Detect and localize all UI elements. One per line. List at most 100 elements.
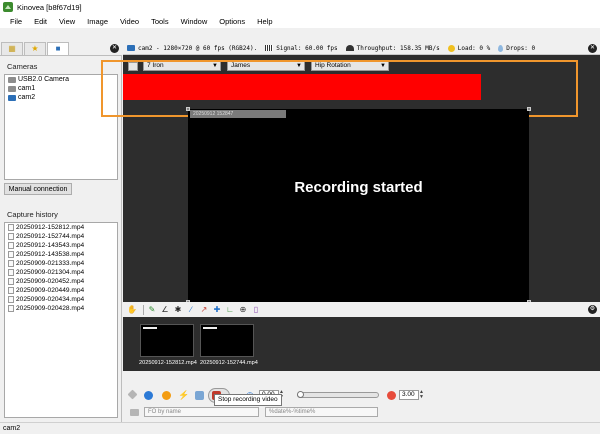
- recording-status-text: Recording started: [294, 179, 423, 196]
- tab-folders[interactable]: ▦: [1, 42, 23, 55]
- magnifier-icon[interactable]: ⊕: [238, 305, 248, 315]
- hand-icon[interactable]: ✋: [127, 305, 137, 315]
- thumbnail-bar: [203, 327, 217, 329]
- resize-handle[interactable]: [527, 107, 531, 111]
- history-item[interactable]: 20250909-020434.mp4: [5, 295, 117, 304]
- history-item[interactable]: 20250909-020428.mp4: [5, 304, 117, 313]
- camera-info: cam2 - 1280×720 @ 60 fps (RGB24).: [123, 45, 257, 52]
- pencil-icon[interactable]: ✎: [147, 305, 157, 315]
- history-item-label: 20250912-143538.mp4: [16, 251, 85, 258]
- camera-icon: [127, 45, 135, 51]
- load-info: Load: 0 %: [444, 44, 491, 52]
- cross-marker-icon[interactable]: ✚: [212, 305, 222, 315]
- history-item-label: 20250912-143543.mp4: [16, 242, 85, 249]
- capture-screen: cam2 - 1280×720 @ 60 fps (RGB24). Signal…: [101, 42, 600, 422]
- manual-connection-button[interactable]: Manual connection: [4, 183, 72, 195]
- resize-handle[interactable]: [186, 107, 190, 111]
- gray-camera-icon: [8, 85, 16, 92]
- throughput-text: Throughput: 158.35 MB/s: [356, 44, 440, 52]
- menu-video[interactable]: Video: [114, 17, 145, 26]
- camera-icon: ■: [55, 44, 61, 53]
- thumbnail-label: 20250912-152812.mp4: [139, 360, 197, 366]
- menu-image[interactable]: Image: [81, 17, 114, 26]
- history-item-label: 20250912-152812.mp4: [16, 224, 85, 231]
- speed-value-field[interactable]: 3.00: [399, 390, 419, 400]
- signal-text: Signal: 60.00 fps: [276, 44, 338, 52]
- capture-thumbnail[interactable]: [140, 324, 194, 357]
- arrow-icon[interactable]: ↗: [199, 305, 209, 315]
- name-pattern-field[interactable]: %date%-%time%: [265, 407, 378, 417]
- menu-help[interactable]: Help: [251, 17, 278, 26]
- tab-shortcuts[interactable]: ★: [24, 42, 46, 55]
- camera-snapshot-icon[interactable]: [195, 391, 204, 400]
- human-model-icon[interactable]: ✱: [173, 305, 183, 315]
- history-item[interactable]: 20250909-020452.mp4: [5, 277, 117, 286]
- history-item[interactable]: 20250909-021304.mp4: [5, 268, 117, 277]
- video-file-icon: [8, 242, 14, 249]
- history-item[interactable]: 20250912-143538.mp4: [5, 250, 117, 259]
- history-item[interactable]: 20250912-152744.mp4: [5, 232, 117, 241]
- delay-slider-knob[interactable]: [297, 391, 304, 398]
- capture-thumbnails: 20250912-152812.mp4 20250912-152744.mp4: [123, 317, 600, 371]
- video-file-icon: [8, 269, 14, 276]
- window-title: Kinovea [b8f67d19]: [17, 2, 82, 12]
- menu-tools[interactable]: Tools: [145, 17, 175, 26]
- close-icon[interactable]: ✕: [110, 44, 119, 53]
- pause-icon[interactable]: [144, 391, 153, 400]
- capture-thumbnail[interactable]: [200, 324, 254, 357]
- camera-item-label: USB2.0 Camera: [18, 76, 69, 83]
- history-item-label: 20250909-021333.mp4: [16, 260, 85, 267]
- menu-edit[interactable]: Edit: [28, 17, 53, 26]
- thumbnail-bar: [143, 327, 157, 329]
- video-file-icon: [8, 260, 14, 267]
- eraser-icon[interactable]: ▯: [251, 305, 261, 315]
- lightning-icon[interactable]: ⚡: [178, 391, 189, 400]
- image-name-field[interactable]: FO by name: [144, 407, 259, 417]
- drop-icon: [498, 44, 504, 52]
- gauge-icon: [345, 45, 354, 51]
- thumbnail-label: 20250912-152744.mp4: [200, 360, 258, 366]
- menu-bar: File Edit View Image Video Tools Window …: [0, 14, 600, 28]
- line-icon[interactable]: ∕: [186, 305, 196, 315]
- title-bar: Kinovea [b8f67d19]: [0, 0, 600, 14]
- camera-info-text: cam2 - 1280×720 @ 60 fps (RGB24).: [138, 44, 258, 52]
- capture-history-list: 20250912-152812.mp4 20250912-152744.mp4 …: [4, 222, 118, 418]
- image-naming-icon: [130, 409, 139, 416]
- status-bar: cam2: [0, 422, 600, 434]
- load-text: Load: 0 %: [457, 44, 491, 52]
- video-file-icon: [8, 287, 14, 294]
- speed-spinner-icon[interactable]: ▲ ▼: [419, 390, 424, 400]
- video-file-icon: [8, 278, 14, 285]
- settings-pencil-icon[interactable]: [127, 389, 138, 400]
- video-viewport[interactable]: 20250912 152847 Recording started: [186, 107, 531, 304]
- gray-camera-icon: [8, 76, 16, 83]
- menu-window[interactable]: Window: [175, 17, 214, 26]
- load-icon: [447, 44, 455, 52]
- delay-slider[interactable]: [297, 392, 379, 398]
- signal-icon: [265, 45, 274, 51]
- history-item-label: 20250909-020428.mp4: [16, 305, 85, 312]
- settings-icon[interactable]: ⚙: [588, 305, 597, 314]
- history-item[interactable]: 20250909-020449.mp4: [5, 286, 117, 295]
- close-screen-icon[interactable]: ✕: [588, 44, 597, 53]
- menu-options[interactable]: Options: [213, 17, 251, 26]
- history-item-label: 20250912-152744.mp4: [16, 233, 85, 240]
- snapshot-icon[interactable]: [162, 391, 171, 400]
- angle-icon[interactable]: ∠: [160, 305, 170, 315]
- camera-item-label: cam1: [18, 85, 36, 92]
- cameras-heading: Cameras: [7, 62, 38, 71]
- tab-cameras[interactable]: ■: [47, 42, 69, 55]
- history-item-label: 20250909-021304.mp4: [16, 269, 85, 276]
- capture-controls: ⚡ ◷ 0.00 ▲▼ 3.00 ▲▼ FO by name %date%-%t…: [123, 371, 600, 422]
- video-file-icon: [8, 233, 14, 240]
- menu-view[interactable]: View: [53, 17, 81, 26]
- video-timestamp-tag: 20250912 152847: [190, 110, 286, 118]
- stop-icon[interactable]: [387, 391, 396, 400]
- menu-file[interactable]: File: [4, 17, 28, 26]
- history-item[interactable]: 20250909-021333.mp4: [5, 259, 117, 268]
- video-file-icon: [8, 224, 14, 231]
- camera-item-label: cam2: [18, 94, 36, 101]
- history-item[interactable]: 20250912-152812.mp4: [5, 223, 117, 232]
- coordinate-system-icon[interactable]: ∟: [225, 305, 235, 315]
- history-item[interactable]: 20250912-143543.mp4: [5, 241, 117, 250]
